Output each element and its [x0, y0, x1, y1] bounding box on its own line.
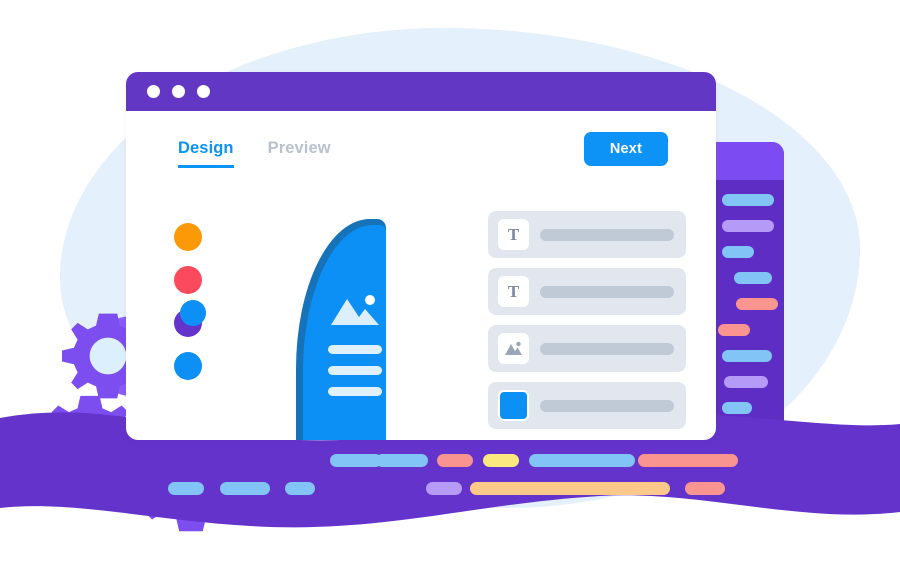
flag-text-line-3 [328, 387, 382, 396]
image-icon [331, 295, 379, 325]
tab-bar: Design Preview [178, 139, 331, 168]
window-dot-minimize-icon[interactable] [172, 85, 185, 98]
code-bar-6 [718, 324, 750, 336]
window-body: Design Preview Next T T [126, 111, 716, 440]
flag-text-line-1 [328, 345, 382, 354]
next-button[interactable]: Next [584, 132, 668, 166]
design-canvas[interactable] [296, 219, 474, 440]
layer-row-text-1[interactable]: T [488, 211, 686, 258]
swatch-blue[interactable] [174, 352, 202, 380]
code-bar-3 [722, 246, 754, 258]
text-icon: T [498, 276, 529, 307]
layer-list: T T [488, 211, 686, 429]
tab-preview[interactable]: Preview [268, 139, 331, 168]
toolbar: Design Preview Next [126, 111, 716, 187]
illustration-scene: Design Preview Next T T [0, 0, 900, 562]
layer-value-placeholder [540, 228, 674, 241]
code-panel-header [712, 142, 784, 180]
layer-row-text-2[interactable]: T [488, 268, 686, 315]
code-bar-8 [724, 376, 768, 388]
layer-value-placeholder [540, 342, 674, 355]
image-icon-container [498, 333, 529, 364]
tab-design[interactable]: Design [178, 139, 234, 168]
code-bar-5 [736, 298, 778, 310]
code-bar-4 [734, 272, 772, 284]
swatch-orange[interactable] [174, 223, 202, 251]
layer-row-color[interactable] [488, 382, 686, 429]
layer-row-image[interactable] [488, 325, 686, 372]
window-titlebar [126, 72, 716, 111]
app-window: Design Preview Next T T [126, 72, 716, 440]
swatch-red[interactable] [174, 266, 202, 294]
code-bar-7 [722, 350, 772, 362]
flag-face [303, 225, 386, 440]
color-swatch-icon [498, 390, 529, 421]
code-bar-2 [722, 220, 774, 232]
layer-value-placeholder [540, 285, 674, 298]
layer-value-placeholder [540, 399, 674, 412]
feather-flag-banner[interactable] [296, 219, 386, 440]
text-icon: T [498, 219, 529, 250]
image-icon [505, 341, 522, 355]
color-swatch-fill [498, 390, 529, 421]
window-dot-close-icon[interactable] [147, 85, 160, 98]
flag-text-line-2 [328, 366, 382, 375]
accent-dot-blue [180, 300, 206, 326]
code-bar-1 [722, 194, 774, 206]
window-dot-maximize-icon[interactable] [197, 85, 210, 98]
